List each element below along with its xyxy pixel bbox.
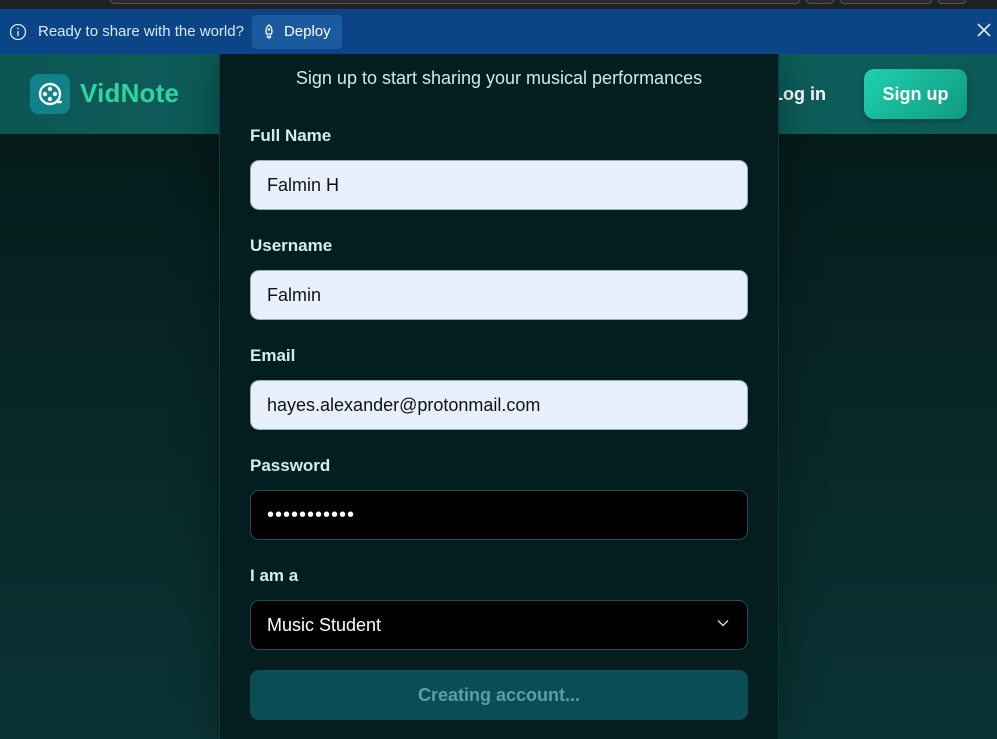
tab-strip-edge <box>110 0 800 4</box>
username-value: Falmin <box>267 284 322 305</box>
signup-page: VidNote Log in Sign up Sign up to start … <box>0 54 997 739</box>
deploy-banner: Ready to share with the world? Deploy <box>0 9 997 54</box>
form-subtitle: Sign up to start sharing your musical pe… <box>295 68 703 88</box>
login-link[interactable]: Log in <box>772 84 826 105</box>
email-label: Email <box>250 346 296 365</box>
browser-top-strip <box>0 0 997 9</box>
full-name-value: Falmin H <box>267 174 340 195</box>
tab-strip-edge <box>938 0 966 4</box>
banner-text: Ready to share with the world? <box>38 23 244 40</box>
email-input[interactable]: hayes.alexander@protonmail.com <box>250 380 748 430</box>
info-icon <box>9 23 27 40</box>
full-name-input[interactable]: Falmin H <box>250 160 748 210</box>
deploy-button-label: Deploy <box>283 23 331 40</box>
create-account-button[interactable]: Creating account... <box>250 670 748 720</box>
close-icon[interactable] <box>977 23 991 37</box>
signup-form-card: Sign up to start sharing your musical pe… <box>219 54 779 739</box>
signup-button[interactable]: Sign up <box>864 69 967 119</box>
brand-name[interactable]: VidNote <box>80 78 179 109</box>
password-value: ••••••••••• <box>267 503 356 526</box>
chevron-down-icon <box>717 619 729 627</box>
rocket-icon <box>265 23 273 39</box>
full-name-label: Full Name <box>250 126 332 145</box>
password-input[interactable]: ••••••••••• <box>250 490 748 540</box>
role-select[interactable]: Music Student <box>250 600 748 650</box>
username-label: Username <box>250 236 333 255</box>
film-reel-icon[interactable] <box>30 74 70 114</box>
deploy-button[interactable]: Deploy <box>251 14 342 49</box>
password-label: Password <box>250 456 331 475</box>
tab-strip-edge <box>840 0 932 4</box>
role-label: I am a <box>250 566 299 585</box>
username-input[interactable]: Falmin <box>250 270 748 320</box>
role-selected-value: Music Student <box>267 614 382 635</box>
email-value: hayes.alexander@protonmail.com <box>267 394 541 415</box>
tab-strip-edge <box>806 0 834 4</box>
